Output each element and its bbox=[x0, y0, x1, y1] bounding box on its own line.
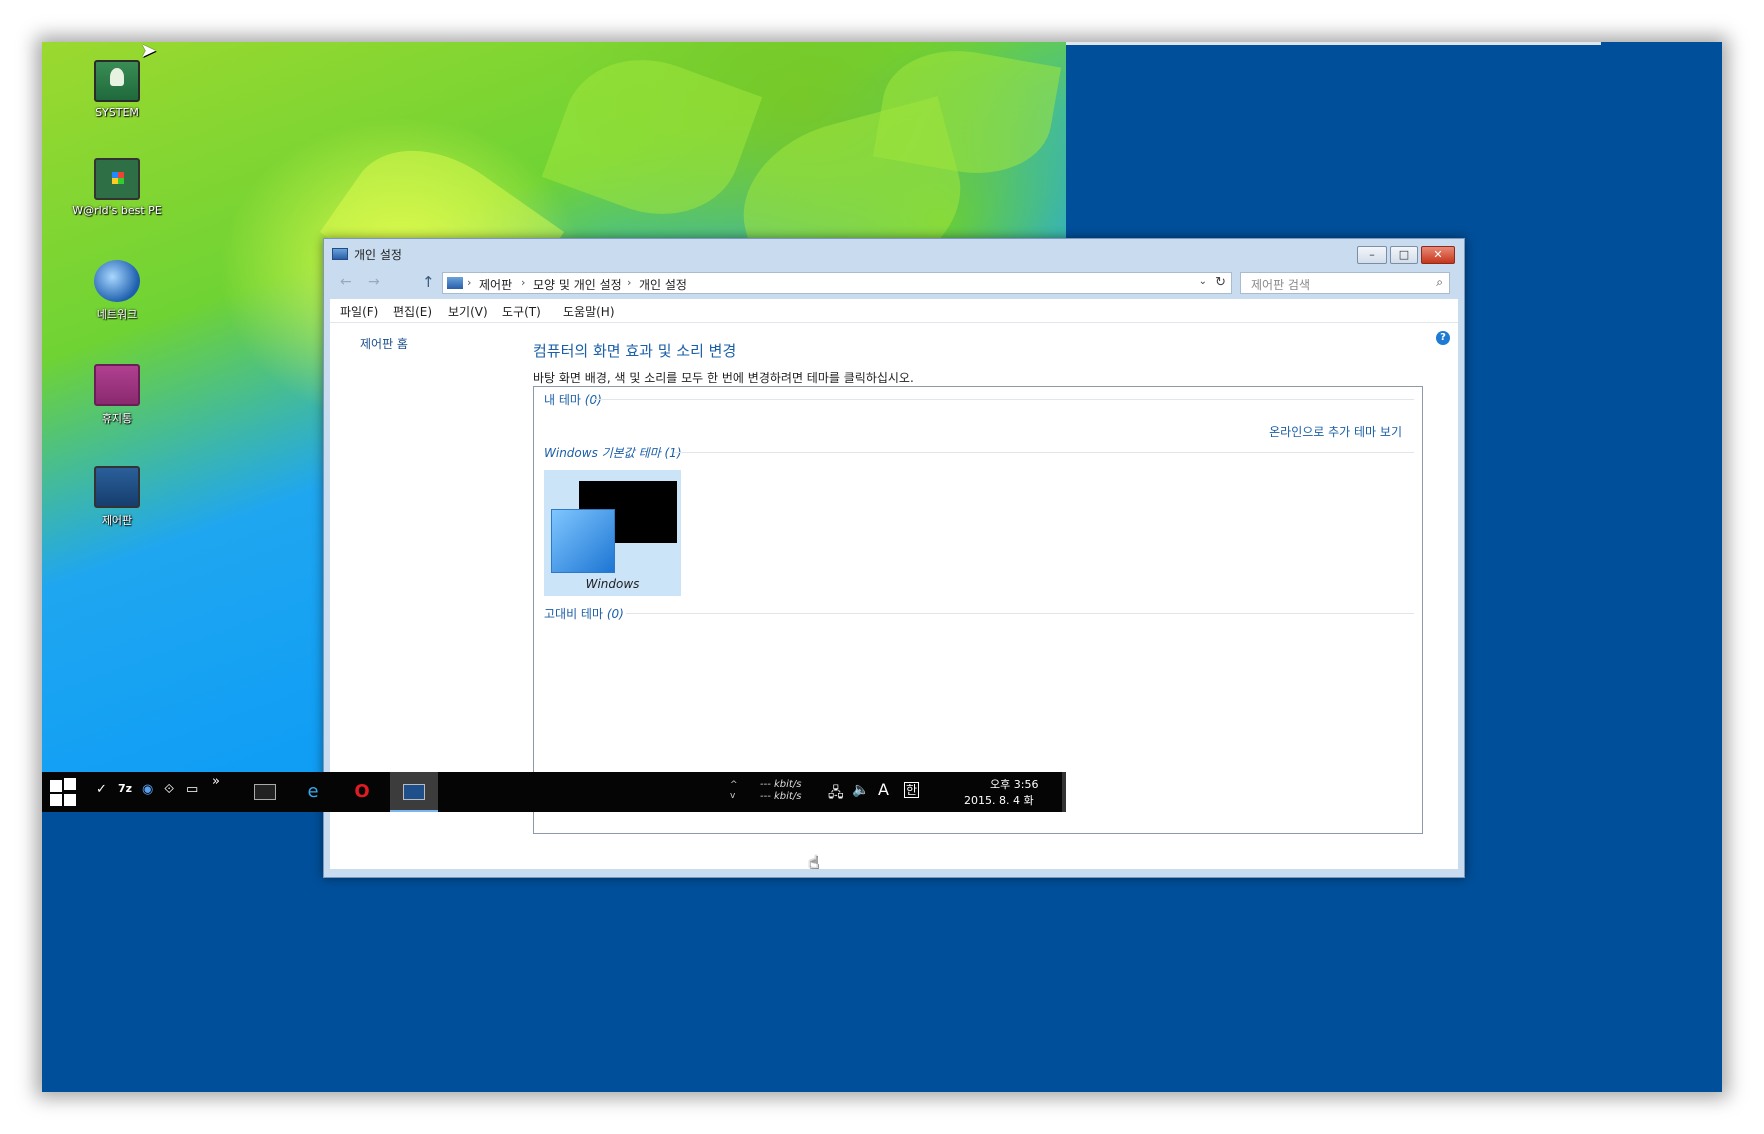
group-divider bbox=[674, 452, 1414, 453]
minimize-button[interactable]: – bbox=[1357, 246, 1387, 264]
breadcrumb-separator: › bbox=[627, 276, 632, 289]
teamviewer-icon[interactable]: ◉ bbox=[142, 782, 153, 797]
menu-view[interactable]: 보기(V) bbox=[448, 303, 488, 320]
language-indicator[interactable]: 한 bbox=[904, 782, 920, 798]
page-heading: 컴퓨터의 화면 효과 및 소리 변경 bbox=[533, 342, 737, 360]
download-speed: --- kbit/s bbox=[760, 791, 802, 802]
control-panel-icon bbox=[447, 277, 463, 289]
recycle-bin-icon bbox=[94, 364, 140, 406]
overflow-chevron-icon[interactable]: » bbox=[212, 774, 220, 789]
internet-explorer-icon[interactable]: e bbox=[296, 776, 330, 808]
refresh-icon[interactable]: ↻ bbox=[1215, 275, 1226, 290]
menu-edit[interactable]: 편집(E) bbox=[393, 303, 432, 320]
desktop-icon-label: 휴지통 bbox=[101, 412, 133, 425]
group-divider bbox=[594, 399, 1414, 400]
network-arrows: ^ v bbox=[730, 780, 738, 801]
back-arrow-icon[interactable]: ← bbox=[340, 274, 352, 290]
address-bar[interactable]: › 제어판 › 모양 및 개인 설정 › 개인 설정 ⌄ ↻ bbox=[442, 272, 1232, 294]
disk-tool-icon[interactable]: ⟐ bbox=[164, 782, 174, 797]
group-high-contrast: 고대비 테마 (0) bbox=[544, 607, 624, 621]
menu-bar: 파일(F) 편집(E) 보기(V) 도구(T) 도움말(H) bbox=[330, 299, 1458, 323]
control-panel-icon bbox=[332, 248, 348, 260]
desktop-icon-system[interactable]: SYSTEM bbox=[62, 60, 172, 119]
breadcrumb-separator: › bbox=[521, 276, 526, 289]
7zip-icon[interactable]: 7z bbox=[118, 782, 132, 795]
clock-date[interactable]: 2015. 8. 4 화 bbox=[964, 792, 1034, 808]
up-arrow-icon[interactable]: ↑ bbox=[422, 273, 435, 291]
opera-icon[interactable]: O bbox=[345, 776, 379, 808]
window-tool-icon[interactable]: ▭ bbox=[186, 782, 198, 797]
menu-help[interactable]: 도움말(H) bbox=[563, 303, 615, 320]
volume-icon[interactable]: 🔈 bbox=[852, 782, 869, 798]
desktop-icon-control-panel[interactable]: 제어판 bbox=[62, 466, 172, 528]
window-titlebar[interactable]: 개인 설정 – □ ✕ bbox=[324, 239, 1464, 269]
search-icon[interactable]: ⌕ bbox=[1436, 275, 1443, 290]
theme-windows-tile[interactable]: Windows bbox=[544, 470, 681, 596]
control-panel-icon bbox=[403, 784, 425, 800]
more-themes-online-link[interactable]: 온라인으로 추가 테마 보기 bbox=[1269, 423, 1402, 440]
upload-speed: --- kbit/s bbox=[760, 779, 802, 790]
desktop-screen: SYSTEM W@rld's best PE 네트워크 휴지통 제어판 개인 설… bbox=[42, 42, 1722, 1092]
windows-logo-icon[interactable] bbox=[50, 778, 78, 806]
network-globe-icon bbox=[94, 260, 140, 302]
theme-list: 내 테마 (0) 온라인으로 추가 테마 보기 Windows 기본값 테마 (… bbox=[533, 386, 1423, 834]
desktop-icon-pe[interactable]: W@rld's best PE bbox=[62, 158, 172, 217]
desktop-icon-label: SYSTEM bbox=[95, 106, 139, 119]
search-placeholder: 제어판 검색 bbox=[1251, 278, 1311, 292]
network-speed: --- kbit/s --- kbit/s bbox=[760, 779, 801, 803]
control-panel-home-link[interactable]: 제어판 홈 bbox=[360, 335, 408, 352]
search-input[interactable]: 제어판 검색 ⌕ bbox=[1240, 272, 1450, 294]
arrow-cursor-icon: ➤ bbox=[140, 38, 157, 62]
quicklaunch-tool-icon[interactable]: ✓ bbox=[96, 782, 107, 797]
hand-cursor-icon: ☝ bbox=[808, 852, 819, 873]
window-title: 개인 설정 bbox=[354, 248, 402, 262]
page-description: 바탕 화면 배경, 색 및 소리를 모두 한 번에 변경하려면 테마를 클릭하십… bbox=[533, 371, 914, 385]
desktop-icon-recycle-bin[interactable]: 휴지통 bbox=[62, 364, 172, 426]
network-icon[interactable]: 🖧 bbox=[828, 782, 844, 806]
address-row: ← → ↑ › 제어판 › 모양 및 개인 설정 › 개인 설정 ⌄ ↻ 제어판… bbox=[330, 269, 1458, 299]
desktop-icon-label: W@rld's best PE bbox=[72, 204, 162, 217]
help-icon[interactable]: ? bbox=[1436, 331, 1450, 345]
clock-time[interactable]: 오후 3:56 bbox=[990, 776, 1038, 792]
show-desktop-button[interactable] bbox=[1062, 772, 1066, 812]
breadcrumb-personalization[interactable]: 개인 설정 bbox=[639, 276, 687, 293]
forward-arrow-icon[interactable]: → bbox=[368, 274, 380, 290]
breadcrumb-appearance[interactable]: 모양 및 개인 설정 bbox=[533, 276, 622, 293]
desktop-icon-label: 제어판 bbox=[101, 514, 133, 527]
ime-icon[interactable]: A bbox=[878, 780, 889, 799]
theme-name: Windows bbox=[585, 577, 640, 591]
breadcrumb-control-panel[interactable]: 제어판 bbox=[479, 276, 512, 293]
computer-icon bbox=[94, 158, 140, 200]
desktop-icon-network[interactable]: 네트워크 bbox=[62, 260, 172, 322]
screen-edge-strip bbox=[1066, 42, 1601, 45]
control-panel-taskbar-button[interactable] bbox=[390, 772, 438, 812]
control-panel-icon bbox=[94, 466, 140, 508]
menu-tools[interactable]: 도구(T) bbox=[502, 303, 541, 320]
chevron-down-icon[interactable]: ⌄ bbox=[1199, 276, 1207, 287]
user-icon bbox=[94, 60, 140, 102]
close-button[interactable]: ✕ bbox=[1421, 246, 1455, 264]
desktop-icon-label: 네트워크 bbox=[96, 308, 138, 321]
window-border bbox=[330, 869, 1458, 875]
menu-file[interactable]: 파일(F) bbox=[340, 303, 378, 320]
maximize-button[interactable]: □ bbox=[1390, 246, 1418, 264]
taskbar: ✓ 7z ◉ ⟐ ▭ » e O ^ v --- kbit/s --- kbit/… bbox=[42, 772, 1066, 812]
command-prompt-icon[interactable] bbox=[248, 776, 282, 808]
breadcrumb-separator: › bbox=[467, 276, 472, 289]
group-windows-default: Windows 기본값 테마 (1) bbox=[544, 446, 682, 460]
group-divider bbox=[626, 613, 1414, 614]
theme-preview-window bbox=[551, 509, 615, 573]
